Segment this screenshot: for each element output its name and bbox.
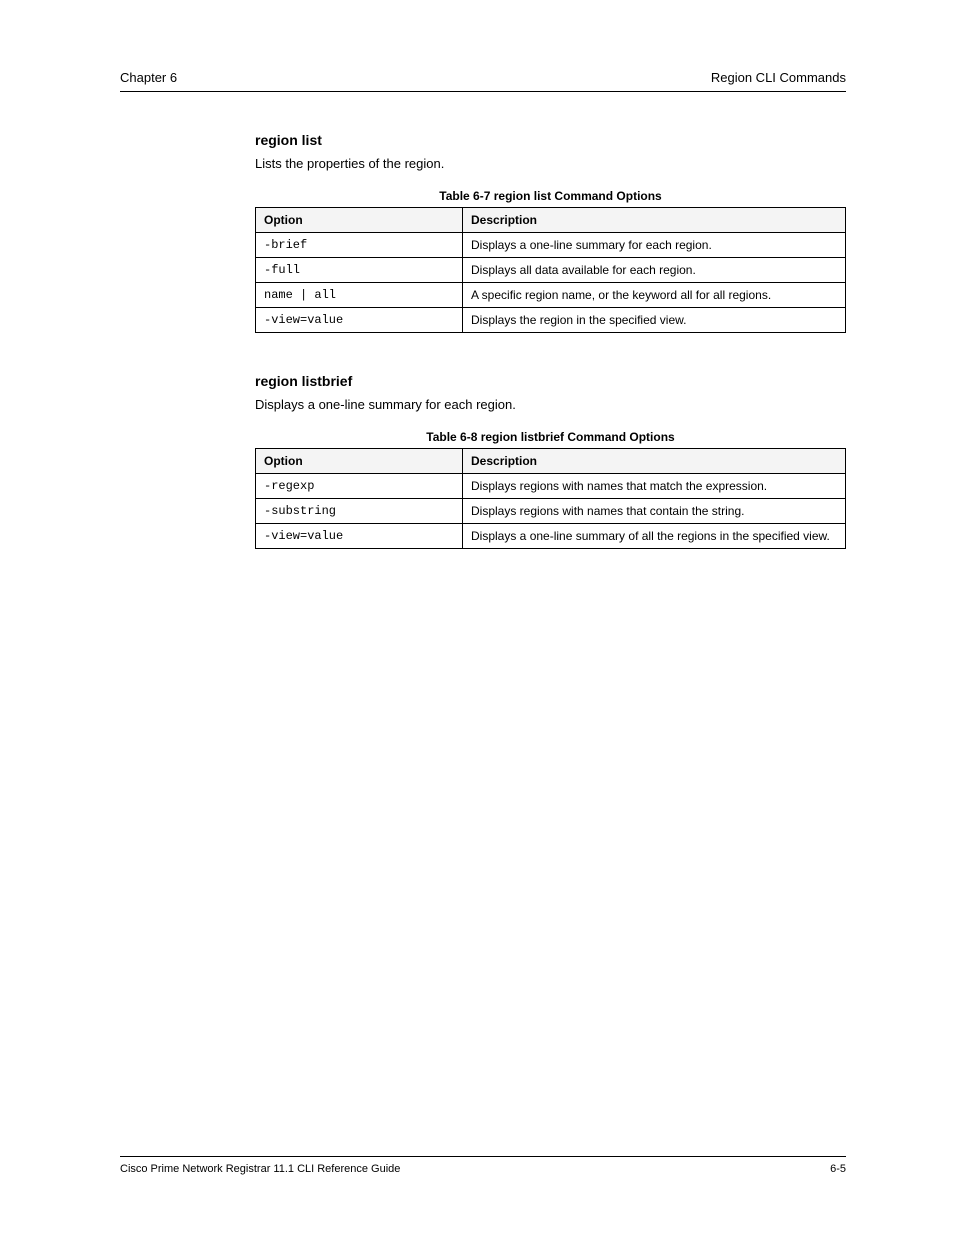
table-header-row: Option Description (256, 449, 846, 474)
table-header-row: Option Description (256, 208, 846, 233)
cell-description: Displays regions with names that contain… (463, 499, 846, 524)
col-header-option: Option (256, 208, 463, 233)
footer-right: 6-5 (830, 1163, 846, 1175)
col-header-description: Description (463, 208, 846, 233)
cell-option: -view=value (256, 524, 463, 549)
cell-option: name | all (256, 283, 463, 308)
cell-description: Displays the region in the specified vie… (463, 308, 846, 333)
cell-description: Displays a one-line summary of all the r… (463, 524, 846, 549)
cell-description: Displays all data available for each reg… (463, 258, 846, 283)
table-row: -full Displays all data available for ea… (256, 258, 846, 283)
cell-option: -substring (256, 499, 463, 524)
section-intro-region-listbrief: Displays a one-line summary for each reg… (255, 397, 846, 412)
table-row: -view=value Displays a one-line summary … (256, 524, 846, 549)
table-region-list-options: Option Description -brief Displays a one… (255, 207, 846, 333)
table-region-listbrief-options: Option Description -regexp Displays regi… (255, 448, 846, 549)
section-heading-region-listbrief: region listbrief (255, 373, 846, 389)
cell-description: Displays regions with names that match t… (463, 474, 846, 499)
table-row: -brief Displays a one-line summary for e… (256, 233, 846, 258)
header-left: Chapter 6 (120, 70, 177, 85)
table-title-6-7: Table 6-7 region list Command Options (255, 189, 846, 203)
content-area: region list Lists the properties of the … (255, 132, 846, 549)
cell-description: Displays a one-line summary for each reg… (463, 233, 846, 258)
cell-option: -full (256, 258, 463, 283)
section-intro-region-list: Lists the properties of the region. (255, 156, 846, 171)
section-heading-region-list: region list (255, 132, 846, 148)
cell-option: -brief (256, 233, 463, 258)
table-row: -view=value Displays the region in the s… (256, 308, 846, 333)
header-right: Region CLI Commands (711, 70, 846, 85)
page-header: Chapter 6 Region CLI Commands (120, 70, 846, 92)
table-row: -regexp Displays regions with names that… (256, 474, 846, 499)
col-header-description: Description (463, 449, 846, 474)
cell-description: A specific region name, or the keyword a… (463, 283, 846, 308)
col-header-option: Option (256, 449, 463, 474)
table-row: -substring Displays regions with names t… (256, 499, 846, 524)
page-footer: Cisco Prime Network Registrar 11.1 CLI R… (120, 1156, 846, 1175)
table-row: name | all A specific region name, or th… (256, 283, 846, 308)
footer-left: Cisco Prime Network Registrar 11.1 CLI R… (120, 1163, 400, 1175)
cell-option: -regexp (256, 474, 463, 499)
cell-option: -view=value (256, 308, 463, 333)
table-title-6-8: Table 6-8 region listbrief Command Optio… (255, 430, 846, 444)
